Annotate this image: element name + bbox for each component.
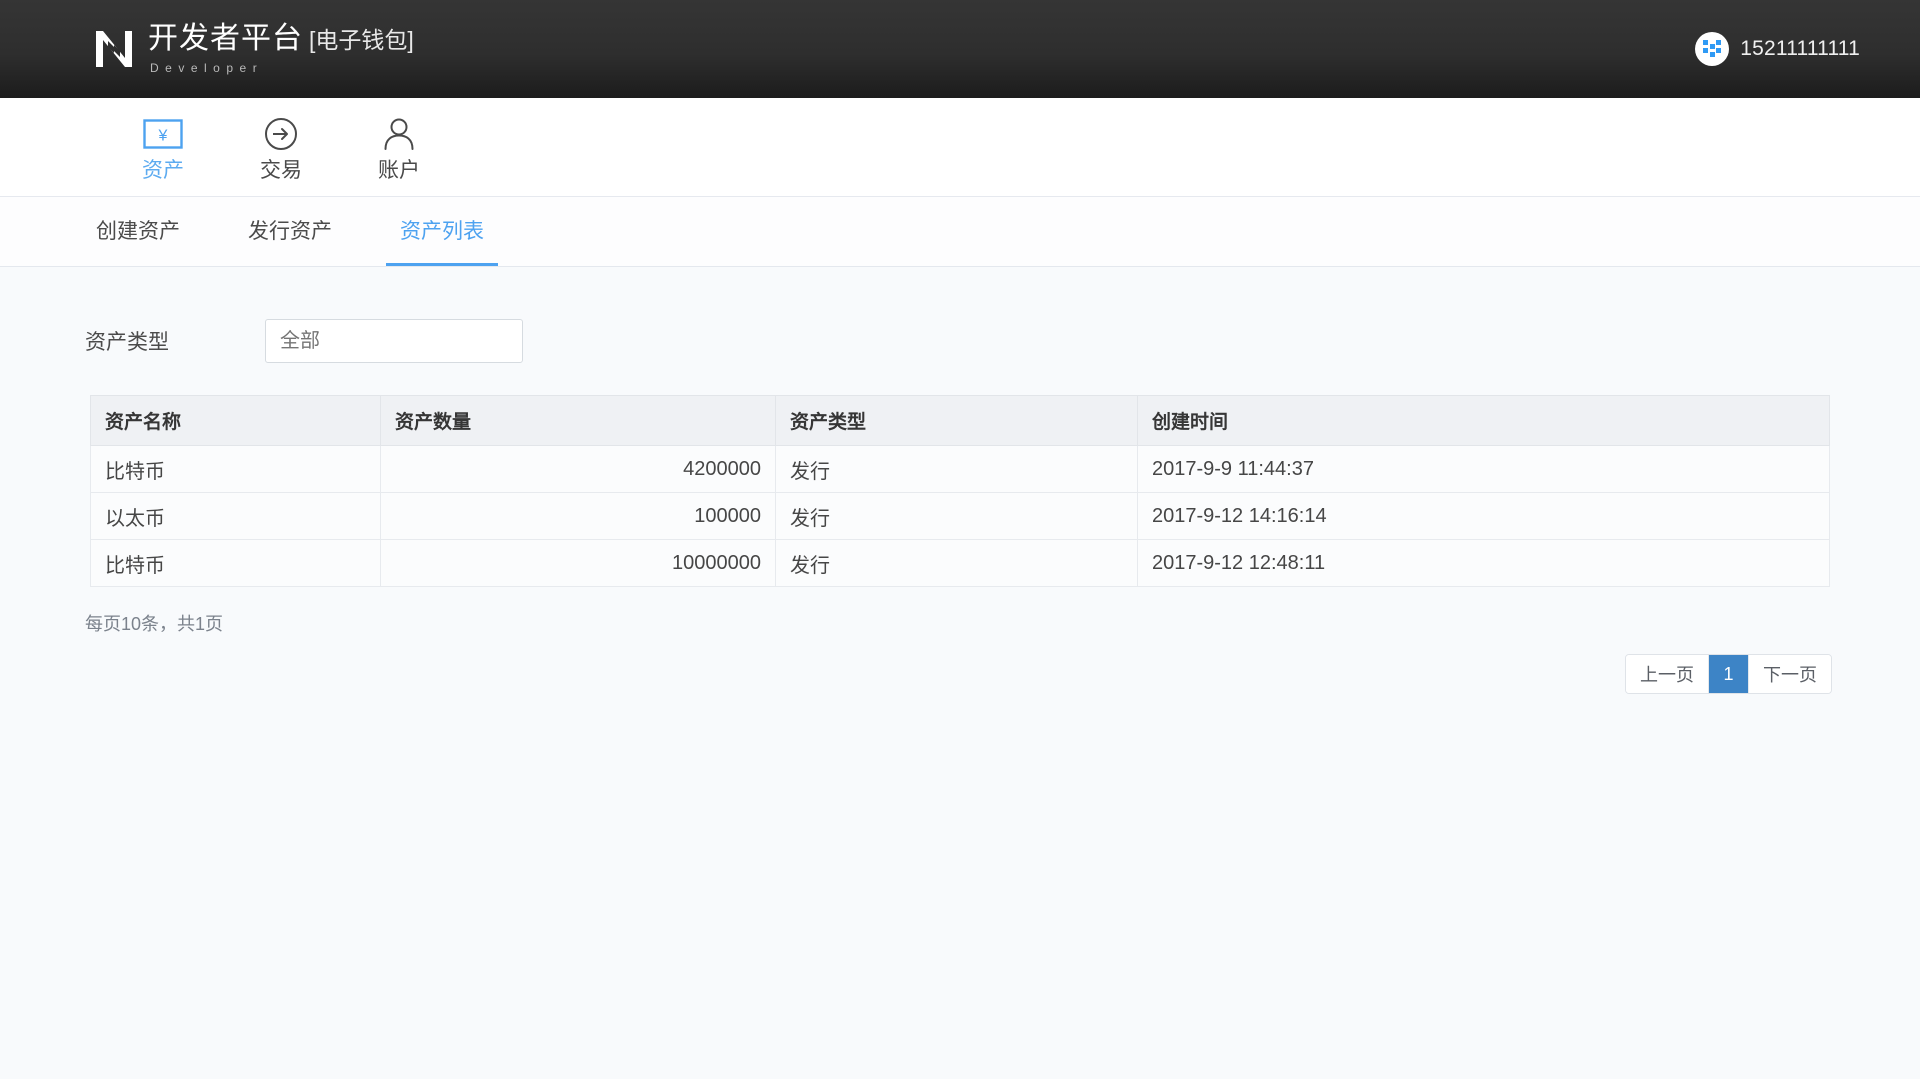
asset-table: 资产名称 资产数量 资产类型 创建时间 比特币 4200000 发行 2017-…: [90, 395, 1830, 587]
table-header-row: 资产名称 资产数量 资产类型 创建时间: [90, 395, 1830, 446]
cell-asset-amount: 4200000: [380, 445, 776, 493]
table-row[interactable]: 比特币 4200000 发行 2017-9-9 11:44:37: [90, 445, 1830, 493]
yen-box-icon: ¥: [143, 114, 183, 154]
pagination: 上一页 1 下一页: [1625, 654, 1832, 694]
cell-asset-name: 以太币: [90, 492, 381, 540]
user-phone-label: 15211111111: [1740, 37, 1860, 60]
cell-asset-amount: 10000000: [380, 539, 776, 587]
avatar: [1695, 32, 1730, 66]
tab-issue-asset-label: 发行资产: [248, 220, 332, 243]
sub-tabs: 创建资产 发行资产 资产列表: [0, 197, 1920, 267]
nav-item-assets-label: 资产: [142, 158, 184, 182]
main-navigation: ¥ 资产 交易 账户: [0, 98, 1920, 197]
table-row[interactable]: 比特币 10000000 发行 2017-9-12 12:48:11: [90, 539, 1830, 587]
interlocking-n-logo-icon: [96, 30, 132, 67]
nav-item-transactions-label: 交易: [260, 158, 302, 182]
checkered-avatar-icon: [1703, 40, 1722, 57]
nav-item-account-label: 账户: [378, 158, 420, 182]
cell-asset-name: 比特币: [90, 539, 381, 587]
filter-asset-type-input[interactable]: [265, 319, 523, 363]
app-root: 开发者平台 [电子钱包] Developer 15211111111 ¥ 资产 …: [0, 0, 1920, 1079]
nav-item-transactions[interactable]: 交易: [222, 114, 340, 181]
asset-table-body: 比特币 4200000 发行 2017-9-9 11:44:37 以太币 100…: [90, 445, 1830, 587]
arrow-right-circle-icon: [264, 114, 298, 154]
column-header-name: 资产名称: [90, 395, 381, 446]
cell-asset-type: 发行: [775, 445, 1138, 493]
svg-text:¥: ¥: [158, 127, 168, 144]
cell-asset-created: 2017-9-12 12:48:11: [1137, 539, 1830, 587]
pagination-prev-button[interactable]: 上一页: [1626, 655, 1709, 693]
nav-item-assets[interactable]: ¥ 资产: [104, 114, 222, 181]
cell-asset-type: 发行: [775, 492, 1138, 540]
column-header-type: 资产类型: [775, 395, 1138, 446]
cell-asset-created: 2017-9-9 11:44:37: [1137, 445, 1830, 493]
brand[interactable]: 开发者平台 [电子钱包] Developer: [94, 21, 414, 75]
person-icon: [383, 114, 415, 154]
pagination-summary: 每页10条，共1页: [85, 614, 224, 634]
tab-asset-list-label: 资产列表: [400, 220, 484, 243]
cell-asset-name: 比特币: [90, 445, 381, 493]
column-header-amount: 资产数量: [380, 395, 776, 446]
asset-table-head: 资产名称 资产数量 资产类型 创建时间: [90, 395, 1830, 446]
asset-table-wrapper: 资产名称 资产数量 资产类型 创建时间 比特币 4200000 发行 2017-…: [90, 395, 1830, 587]
tab-asset-list[interactable]: 资产列表: [386, 197, 498, 266]
tab-issue-asset[interactable]: 发行资产: [234, 197, 346, 266]
nav-item-account[interactable]: 账户: [340, 114, 458, 181]
brand-developer-label: Developer: [150, 60, 264, 75]
pagination-page-1-button[interactable]: 1: [1709, 655, 1749, 693]
filter-asset-type-label: 资产类型: [85, 331, 169, 354]
cell-asset-amount: 100000: [380, 492, 776, 540]
filter-row: 资产类型: [85, 319, 1920, 363]
table-row[interactable]: 以太币 100000 发行 2017-9-12 14:16:14: [90, 492, 1830, 540]
content-area: 资产类型 资产名称 资产数量 资产类型 创建时间: [0, 267, 1920, 1079]
user-menu[interactable]: 15211111111: [1695, 32, 1860, 66]
brand-title: 开发者平台: [148, 21, 303, 55]
brand-subtitle: [电子钱包]: [309, 26, 414, 53]
cell-asset-created: 2017-9-12 14:16:14: [1137, 492, 1830, 540]
tab-create-asset-label: 创建资产: [96, 220, 180, 243]
top-header-bar: 开发者平台 [电子钱包] Developer 15211111111: [0, 0, 1920, 98]
cell-asset-type: 发行: [775, 539, 1138, 587]
column-header-created: 创建时间: [1137, 395, 1830, 446]
pagination-row: 上一页 1 下一页: [0, 654, 1920, 718]
tab-create-asset[interactable]: 创建资产: [82, 197, 194, 266]
pagination-next-button[interactable]: 下一页: [1749, 655, 1831, 693]
